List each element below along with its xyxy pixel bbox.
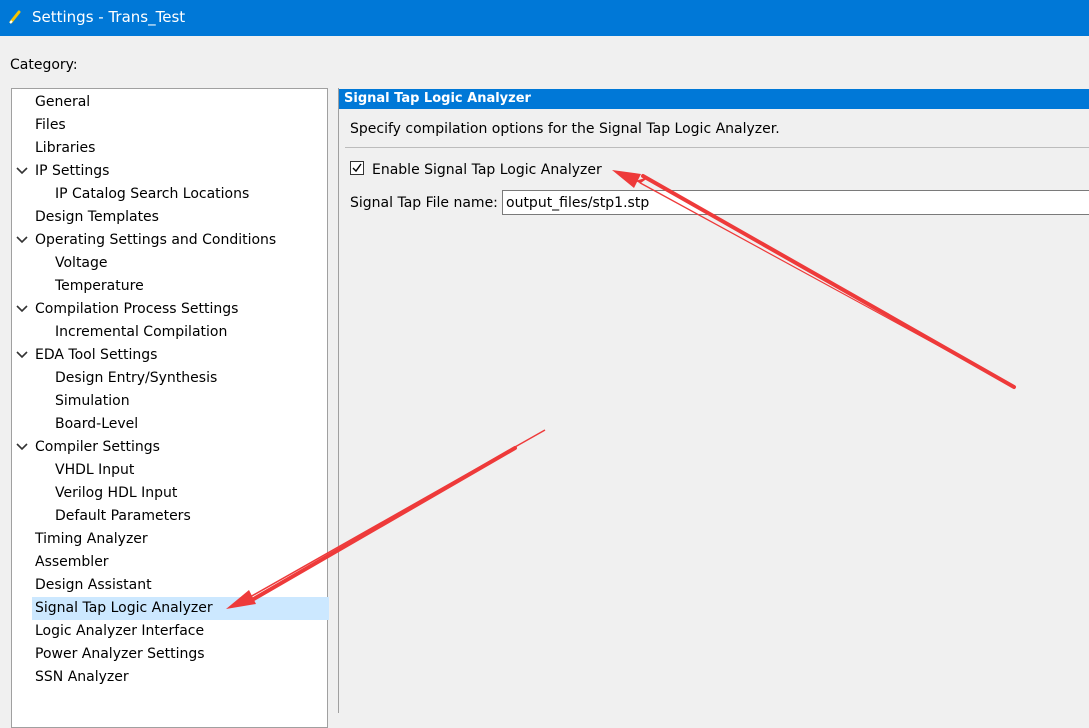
category-tree[interactable]: General Files Libraries IP Settings IP Catal… bbox=[11, 88, 329, 728]
tree-item[interactable]: Files bbox=[35, 114, 66, 137]
tree-item-label: Files bbox=[35, 117, 66, 133]
tree-item[interactable]: IP Catalog Search Locations bbox=[55, 183, 249, 206]
tree-item-label: EDA Tool Settings bbox=[35, 347, 158, 363]
tree-item[interactable]: EDA Tool Settings bbox=[16, 344, 158, 367]
tree-item[interactable]: Voltage bbox=[55, 252, 108, 275]
tree-item[interactable]: VHDL Input bbox=[55, 459, 134, 482]
tree-item-label: VHDL Input bbox=[55, 462, 135, 478]
tree-item[interactable]: Board-Level bbox=[55, 413, 138, 436]
tree-item[interactable]: Libraries bbox=[35, 137, 95, 160]
tree-item[interactable]: Power Analyzer Settings bbox=[35, 643, 205, 666]
tree-item[interactable]: Default Parameters bbox=[55, 505, 191, 528]
tree-item[interactable]: Verilog HDL Input bbox=[55, 482, 177, 505]
chevron-down-icon[interactable] bbox=[16, 436, 28, 458]
tree-item-label: Power Analyzer Settings bbox=[35, 646, 205, 662]
tree-item-label: Compiler Settings bbox=[35, 439, 160, 455]
tree-item-label: Verilog HDL Input bbox=[55, 485, 178, 501]
chevron-down-icon[interactable] bbox=[16, 229, 28, 251]
tree-item[interactable]: IP Settings bbox=[16, 160, 110, 183]
tree-item-label: Design Entry/Synthesis bbox=[55, 370, 218, 386]
tree-item-label: Incremental Compilation bbox=[55, 324, 228, 340]
enable-signal-tap-label[interactable]: Enable Signal Tap Logic Analyzer bbox=[372, 160, 602, 180]
chevron-down-icon[interactable] bbox=[16, 344, 28, 366]
signal-tap-file-input[interactable] bbox=[502, 190, 1089, 215]
tree-item[interactable]: Design Entry/Synthesis bbox=[55, 367, 217, 390]
tree-item-label: Board-Level bbox=[55, 416, 139, 432]
tree-item-label: General bbox=[35, 94, 91, 110]
enable-signal-tap-checkbox[interactable] bbox=[350, 161, 364, 175]
signal-tap-file-label: Signal Tap File name: bbox=[350, 195, 498, 211]
panel-header: Signal Tap Logic Analyzer bbox=[339, 89, 1089, 109]
tree-item[interactable]: Logic Analyzer Interface bbox=[35, 620, 204, 643]
tree-item[interactable]: SSN Analyzer bbox=[35, 666, 129, 689]
tree-item-label: IP Settings bbox=[35, 163, 110, 179]
category-label: Category: bbox=[10, 57, 78, 73]
tree-item-label: Temperature bbox=[55, 278, 144, 294]
tree-item[interactable]: Design Templates bbox=[35, 206, 159, 229]
tree-item-label: Operating Settings and Conditions bbox=[35, 232, 277, 248]
chevron-down-icon[interactable] bbox=[16, 160, 28, 182]
pencil-icon bbox=[9, 10, 21, 24]
tree-item-label: Simulation bbox=[55, 393, 130, 409]
tree-item-label: Timing Analyzer bbox=[35, 531, 148, 547]
pane-splitter[interactable] bbox=[338, 88, 339, 713]
tree-item-label: IP Catalog Search Locations bbox=[55, 186, 250, 202]
tree-item[interactable]: Simulation bbox=[55, 390, 130, 413]
tree-item[interactable]: Temperature bbox=[55, 275, 144, 298]
tree-item[interactable]: Signal Tap Logic Analyzer bbox=[32, 597, 329, 620]
window-title: Settings - Trans_Test bbox=[32, 8, 186, 26]
tree-item-label: SSN Analyzer bbox=[35, 669, 129, 685]
tree-item[interactable]: Compiler Settings bbox=[16, 436, 160, 459]
tree-item-label: Signal Tap Logic Analyzer bbox=[35, 600, 213, 616]
window-titlebar: Settings - Trans_Test bbox=[0, 0, 1089, 36]
panel-description: Specify compilation options for the Sign… bbox=[350, 121, 780, 137]
chevron-down-icon[interactable] bbox=[16, 298, 28, 320]
tree-item[interactable]: Assembler bbox=[35, 551, 109, 574]
tree-item-label: Design Assistant bbox=[35, 577, 152, 593]
tree-item-label: Voltage bbox=[55, 255, 108, 271]
tree-item-label: Compilation Process Settings bbox=[35, 301, 239, 317]
tree-item[interactable]: Compilation Process Settings bbox=[16, 298, 239, 321]
tree-item-label: Default Parameters bbox=[55, 508, 191, 524]
tree-item[interactable]: Incremental Compilation bbox=[55, 321, 227, 344]
tree-item[interactable]: Operating Settings and Conditions bbox=[16, 229, 277, 252]
tree-item-label: Design Templates bbox=[35, 209, 159, 225]
tree-item[interactable]: Timing Analyzer bbox=[35, 528, 148, 551]
checkmark-icon bbox=[352, 163, 362, 173]
tree-item-label: Logic Analyzer Interface bbox=[35, 623, 205, 639]
tree-item[interactable]: General bbox=[35, 91, 90, 114]
panel-separator bbox=[345, 147, 1089, 148]
tree-item[interactable]: Design Assistant bbox=[35, 574, 152, 597]
tree-item-label: Libraries bbox=[35, 140, 96, 156]
tree-item-label: Assembler bbox=[35, 554, 109, 570]
